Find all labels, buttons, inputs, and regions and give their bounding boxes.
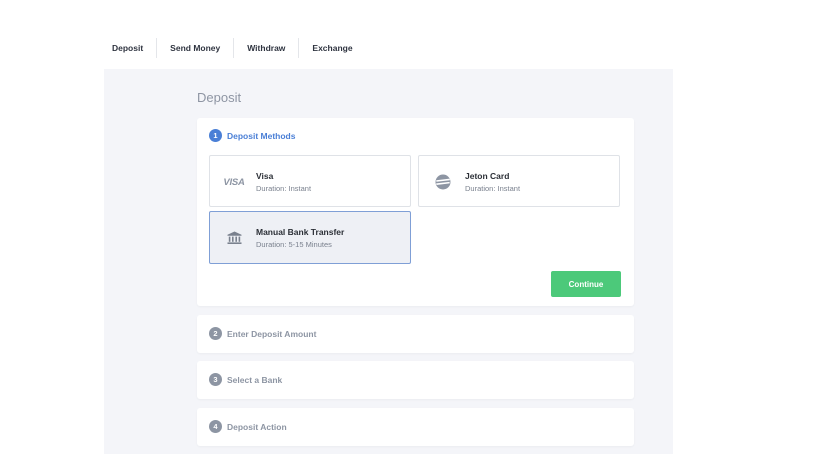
step-header: 3 Select a Bank bbox=[209, 373, 282, 386]
step-label: Enter Deposit Amount bbox=[227, 328, 317, 339]
step-header: 2 Enter Deposit Amount bbox=[209, 327, 316, 340]
visa-logo-icon: VISA bbox=[223, 171, 245, 193]
step-header[interactable]: 1 Deposit Methods bbox=[209, 129, 295, 142]
method-name: Visa bbox=[256, 171, 274, 181]
visa-logo-text: VISA bbox=[223, 176, 245, 188]
step-number-badge: 2 bbox=[209, 327, 222, 340]
step-label: Deposit Action bbox=[227, 421, 287, 432]
method-manual-bank-transfer[interactable]: Manual Bank Transfer Duration: 5-15 Minu… bbox=[209, 211, 411, 264]
step-label: Select a Bank bbox=[227, 374, 283, 385]
nav-send-money[interactable]: Send Money bbox=[157, 38, 235, 58]
deposit-panel: Deposit 1 Deposit Methods VISA Visa Dura… bbox=[104, 69, 673, 454]
method-visa[interactable]: VISA Visa Duration: Instant bbox=[209, 155, 411, 207]
method-duration: Duration: 5-15 Minutes bbox=[256, 240, 332, 249]
step-number-badge: 1 bbox=[209, 129, 222, 142]
method-name: Jeton Card bbox=[465, 171, 510, 181]
method-duration: Duration: Instant bbox=[256, 184, 312, 193]
step-number-badge: 3 bbox=[209, 373, 222, 386]
step-header: 4 Deposit Action bbox=[209, 420, 287, 433]
method-duration: Duration: Instant bbox=[465, 184, 521, 193]
nav-exchange[interactable]: Exchange bbox=[299, 38, 365, 58]
nav-deposit[interactable]: Deposit bbox=[104, 38, 158, 58]
step-deposit-methods: 1 Deposit Methods VISA Visa Duration: In… bbox=[197, 118, 634, 306]
jeton-icon bbox=[432, 171, 454, 193]
nav-withdraw[interactable]: Withdraw bbox=[234, 38, 300, 58]
method-name: Manual Bank Transfer bbox=[256, 227, 345, 237]
method-jeton-card[interactable]: Jeton Card Duration: Instant bbox=[418, 155, 620, 207]
bank-icon bbox=[223, 227, 245, 249]
step-enter-deposit-amount[interactable]: 2 Enter Deposit Amount bbox=[197, 315, 634, 353]
step-label: Deposit Methods bbox=[227, 130, 296, 141]
step-number-badge: 4 bbox=[209, 420, 222, 433]
step-deposit-action[interactable]: 4 Deposit Action bbox=[197, 408, 634, 446]
page-title: Deposit bbox=[197, 90, 242, 105]
continue-button[interactable]: Continue bbox=[551, 271, 621, 297]
top-nav: Deposit Send Money Withdraw Exchange bbox=[104, 38, 366, 58]
step-select-a-bank[interactable]: 3 Select a Bank bbox=[197, 361, 634, 399]
